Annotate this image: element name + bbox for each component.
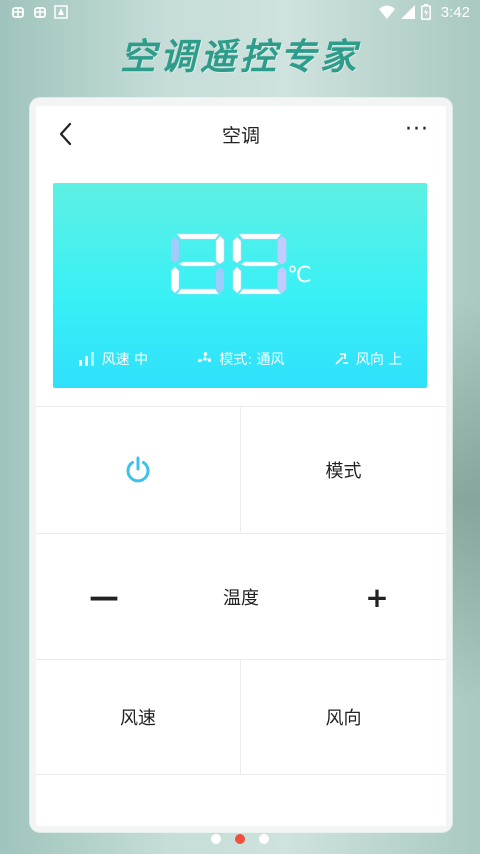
- page-dot[interactable]: [259, 834, 269, 844]
- status-left: [10, 4, 68, 20]
- page-dot[interactable]: [211, 834, 221, 844]
- fan-speed-status: 风速 中: [78, 349, 148, 369]
- mode-button-label: 模式: [325, 461, 362, 482]
- fan-speed-button[interactable]: 风速: [36, 660, 240, 774]
- control-grid: 模式 — 温度 + 风速 风向: [36, 406, 446, 826]
- minus-label: —: [89, 579, 119, 615]
- direction-status: 风向 上: [334, 349, 402, 369]
- battery-icon: [420, 4, 431, 20]
- fan-icon: [198, 352, 212, 363]
- wifi-icon: [378, 5, 395, 19]
- remote-screen: 空调 ··· 28: [36, 106, 446, 826]
- temperature-label-cell: 温度: [186, 567, 296, 627]
- direction-label: 风向: [325, 708, 362, 729]
- clock: 3:42: [440, 3, 470, 21]
- page-dot-active[interactable]: [235, 834, 245, 844]
- mode-button[interactable]: 模式: [241, 407, 446, 533]
- more-button[interactable]: ···: [402, 119, 432, 148]
- page-title: 空调: [221, 124, 260, 147]
- bug-icon: [34, 7, 46, 18]
- mode-status: 模式: 通风: [197, 349, 285, 369]
- display-status-row: 风速 中 模式: 通风 风向 上: [53, 347, 427, 371]
- bug-icon: [12, 7, 24, 18]
- temperature-unit: ℃: [287, 263, 312, 288]
- nav-bar: 空调 ···: [36, 106, 446, 162]
- app-title: 空调遥控专家: [119, 37, 360, 78]
- temp-down-button[interactable]: —: [66, 567, 142, 627]
- plus-label: +: [365, 580, 389, 614]
- back-arrow-icon[interactable]: [54, 120, 78, 148]
- page-indicator: [0, 832, 480, 846]
- seven-segment-digits: [171, 233, 287, 295]
- status-bar: 3:42: [0, 0, 480, 24]
- temp-up-button[interactable]: +: [341, 567, 413, 627]
- phone-frame: 空调 ··· 28: [30, 98, 452, 832]
- temperature-display: 28: [53, 183, 427, 388]
- fan-speed-text: 风速 中: [101, 352, 149, 368]
- direction-text: 风向 上: [355, 352, 403, 368]
- notification-icon: [54, 5, 68, 19]
- fan-speed-label: 风速: [120, 708, 156, 729]
- swing-icon: [335, 353, 348, 365]
- power-icon: [126, 456, 150, 483]
- direction-button[interactable]: 风向: [241, 660, 446, 774]
- status-right: 3:42: [378, 3, 470, 21]
- signal-bars-icon: [78, 352, 94, 366]
- mode-text: 模式: 通风: [219, 352, 285, 368]
- power-button[interactable]: [36, 407, 240, 533]
- divider: [36, 533, 446, 534]
- signal-icon: [400, 5, 415, 19]
- divider: [36, 774, 446, 775]
- temperature-label: 温度: [223, 588, 259, 609]
